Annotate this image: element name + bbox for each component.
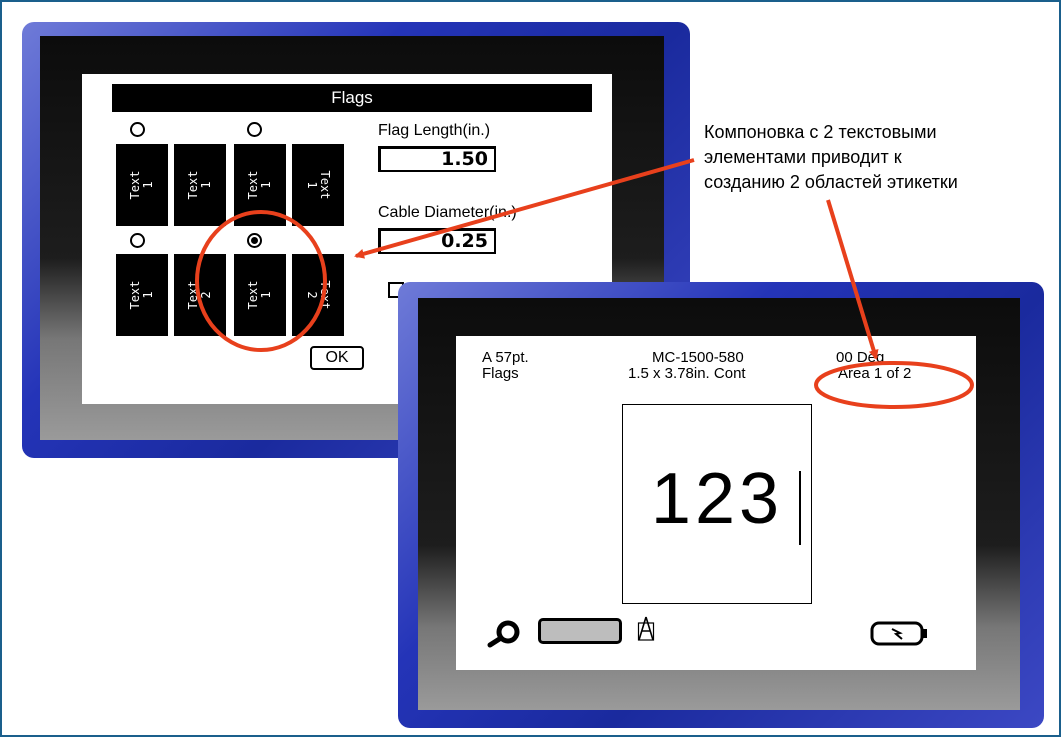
selected-layout-highlight xyxy=(195,210,327,352)
arrow-to-area xyxy=(826,199,879,360)
area-info-highlight xyxy=(814,361,974,409)
arrow-to-layout xyxy=(354,158,695,259)
highlight-overlay xyxy=(195,158,974,409)
